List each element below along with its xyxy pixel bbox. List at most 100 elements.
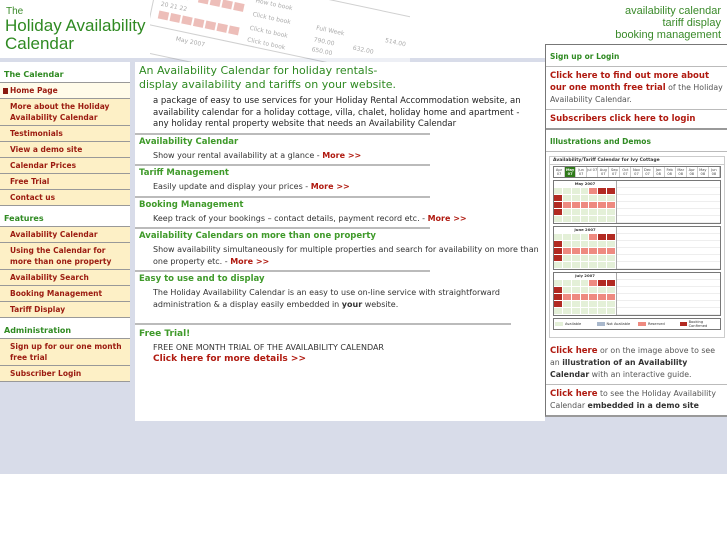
demo-day-cell [562,234,571,240]
demo-day-cell [562,202,571,208]
demo-day-cell [607,280,616,286]
demo-week-row [554,248,616,254]
nav-item-availability-search[interactable]: Availability Search [0,270,130,286]
demo-day-cell [554,301,562,307]
section-title: Easy to use and to display [139,274,265,284]
section-body: Keep track of your bookings – contact de… [135,212,547,228]
header-calendar-image: 13 14 1520 21 22How to book Click to boo… [150,0,410,62]
demo-week-row [554,255,616,261]
demo-day-grid: May 2007 [554,181,617,223]
section-title: Free Trial! [139,329,191,339]
demo-day-cell [589,202,598,208]
demo-tariff-table [617,181,720,223]
demo-day-cell [554,294,562,300]
nav-item-free-trial[interactable]: Free Trial [0,174,130,190]
demo-day-cell [607,234,616,240]
nav-item-signup-trial[interactable]: Sign up for our one month free trial [0,339,130,366]
feature-section: Booking Management Keep track of your bo… [135,195,467,228]
nav-item-more-about[interactable]: More about the Holiday Availability Cale… [0,99,130,126]
logo-line-2: Calendar [5,34,74,53]
demo-legend: Available Not Available Reserved Booking Co… [553,318,721,330]
demo-day-grid: June 2007 [554,227,617,269]
demo-day-cell [598,294,607,300]
demo-day-cell [571,287,580,293]
section-title: Availability Calendars on more than one … [139,231,376,241]
more-link[interactable]: More >> [230,257,269,266]
demo-day-cell [607,301,616,307]
demo-tariff-table [617,273,720,315]
nav-item-booking-management[interactable]: Booking Management [0,286,130,302]
nav-item-home-page[interactable]: Home Page [0,83,130,99]
more-link[interactable]: More >> [322,151,361,160]
demo-day-cell [571,255,580,261]
section-text: The Holiday Availability Calendar is an … [153,288,500,309]
tagline-line: booking management [615,29,721,41]
demo-legend-item: Reserved [637,319,679,329]
illustration-click-here-link[interactable]: Click here [550,346,598,356]
tagline-line: tariff display [662,17,722,29]
demo-day-cell [571,188,580,194]
demo-month-tab: May 08 [698,167,709,177]
demo-week-row [554,195,616,201]
more-link[interactable]: More >> [428,214,467,223]
demo-day-cell [598,234,607,240]
legend-swatch-icon [555,322,563,326]
trial-details-link[interactable]: Click here for more details >> [153,354,543,366]
demo-day-grid: July 2007 [554,273,617,315]
nav-item-availability-calendar[interactable]: Availability Calendar [0,227,130,243]
demo-day-cell [562,308,571,314]
demo-day-cell [580,234,589,240]
demo-day-cell [554,216,562,222]
nav-item-tariff-display[interactable]: Tariff Display [0,302,130,318]
demo-week-row [554,209,616,215]
demo-day-cell [562,287,571,293]
demo-month-tabs: Apr 07 May 07 Jun 07 Jul 07 Aug 07 Sep 07 Oct … [553,166,721,178]
demo-day-cell [589,301,598,307]
logo-line-1: Holiday Availability [5,16,146,35]
demo-day-cell [589,294,598,300]
page-title-line: display availability and tariffs on your… [139,78,397,91]
demo-month-tab: Sep 07 [609,167,621,177]
demo-day-cell [598,287,607,293]
demo-day-cell [571,209,580,215]
demo-day-cell [589,255,598,261]
logo[interactable]: Holiday Availability Calendar [5,17,145,53]
demo-day-cell [607,262,616,268]
demo-month-tab: Oct 07 [620,167,632,177]
nav-item-testimonials[interactable]: Testimonials [0,126,130,142]
demo-day-cell [607,255,616,261]
demo-site-click-here-link[interactable]: Click here [550,389,598,399]
nav-item-subscriber-login[interactable]: Subscriber Login [0,366,130,382]
demo-calendar-image[interactable]: Availability/Tariff Calendar for Ivy Cot… [549,156,725,338]
demo-day-cell [580,287,589,293]
more-link[interactable]: More >> [311,182,350,191]
nav-item-multiple-properties[interactable]: Using the Calendar for more than one pro… [0,243,130,270]
demo-day-cell [554,262,562,268]
demo-day-cell [589,216,598,222]
demo-month-tab: May 07 [565,167,577,177]
section-body: The Holiday Availability Calendar is an … [135,286,547,313]
nav-item-contact-us[interactable]: Contact us [0,190,130,206]
demo-day-cell [598,241,607,247]
demo-week-row [554,216,616,222]
demo-site-bold: embedded in a demo site [587,401,699,410]
subscriber-login-link[interactable]: Subscribers click here to login [550,114,695,124]
demo-day-cell [580,195,589,201]
demo-day-cell [554,234,562,240]
demo-day-cell [580,241,589,247]
nav-item-demo-site[interactable]: View a demo site [0,142,130,158]
emphasis-text: your [341,299,363,309]
demo-day-cell [554,287,562,293]
demo-legend-item: Booking Confirmed [679,319,721,329]
demo-day-cell [562,255,571,261]
demo-day-cell [589,209,598,215]
legend-swatch-icon [679,322,687,326]
easy-section: Easy to use and to display The Holiday A… [135,270,500,313]
nav-item-calendar-prices[interactable]: Calendar Prices [0,158,130,174]
demo-day-cell [571,216,580,222]
demo-day-cell [580,255,589,261]
demo-day-cell [571,294,580,300]
demo-week-row [554,301,616,307]
demo-month-block: June 2007 [553,226,721,270]
